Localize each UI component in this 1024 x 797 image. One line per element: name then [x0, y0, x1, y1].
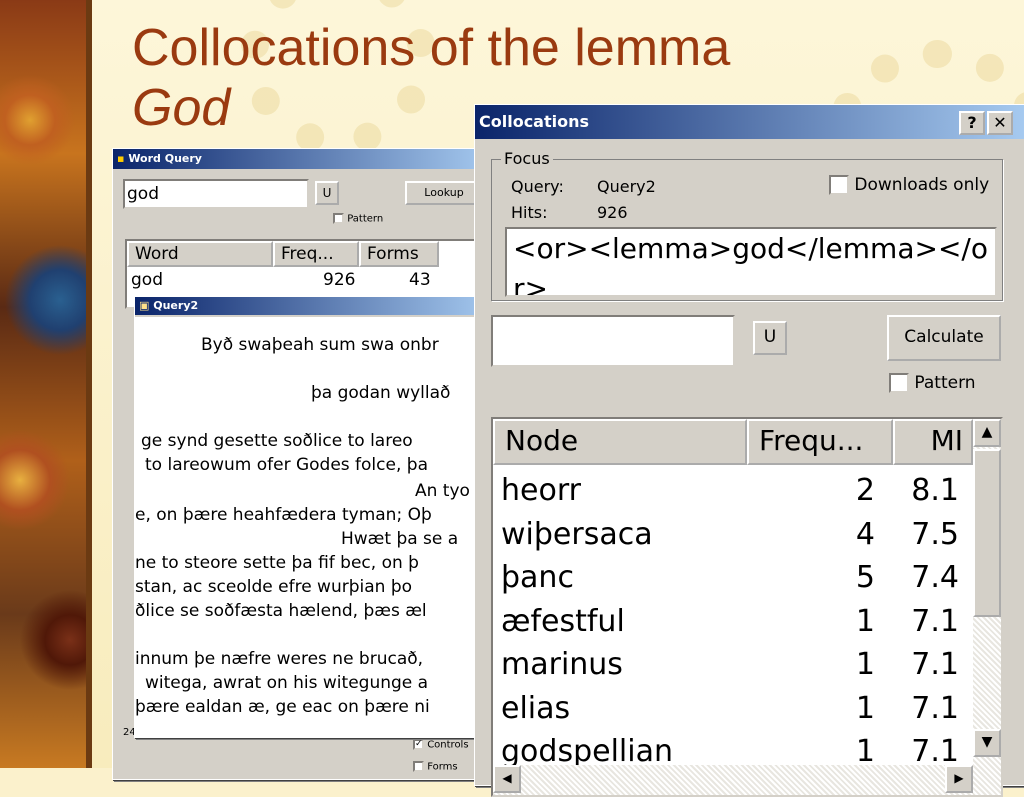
word-query-titlebar: ▪ Word Query	[113, 149, 493, 169]
window-title: Collocations	[479, 112, 590, 131]
app-icon: ▪	[117, 152, 125, 165]
mi-cell: 7.4	[911, 560, 959, 595]
focus-label: Focus	[501, 149, 553, 168]
decorative-art-strip	[0, 0, 92, 768]
close-button[interactable]: ✕	[987, 111, 1013, 135]
downloads-only-label: Downloads only	[854, 175, 990, 195]
u-button[interactable]: U	[315, 181, 339, 205]
title-line-1: Collocations of the lemma	[132, 19, 731, 77]
column-header-word[interactable]: Word	[127, 241, 273, 267]
filter-input[interactable]	[491, 315, 735, 367]
node-cell: elias	[501, 690, 571, 726]
concordance-line[interactable]: e, on þære heahfædera tyman; Oþ	[135, 505, 495, 525]
column-header-node[interactable]: Node	[493, 419, 747, 465]
scroll-down-icon[interactable]: ▼	[973, 729, 1001, 757]
node-cell: heorr	[501, 473, 581, 508]
collocations-window: Collocations ? ✕ Focus Query: Query2 Hit…	[474, 104, 1024, 797]
horizontal-scrollbar[interactable]: ◀ ▶	[493, 765, 973, 795]
column-header-freq[interactable]: Freq...	[273, 241, 359, 267]
mi-cell: 7.1	[911, 603, 959, 639]
controls-label: Controls	[427, 739, 469, 751]
scroll-up-icon[interactable]: ▲	[973, 419, 1001, 447]
frequency-cell: 4	[855, 516, 875, 552]
column-header-forms[interactable]: Forms	[359, 241, 439, 267]
concordance-line[interactable]: witega, awrat on his witegunge a	[145, 673, 495, 693]
help-button[interactable]: ?	[959, 111, 985, 135]
collocations-titlebar: Collocations	[475, 105, 1024, 139]
window-title: Word Query	[128, 152, 202, 165]
pattern-checkbox[interactable]: Pattern	[333, 213, 383, 225]
concordance-line[interactable]: Byð swaþeah sum swa onbr	[201, 335, 495, 355]
mi-cell: 7.1	[911, 690, 959, 726]
table-row[interactable]: heorr 2 8.1	[493, 469, 973, 512]
column-header-frequency[interactable]: Frequ...	[747, 419, 893, 465]
query-value: Query2	[597, 177, 656, 196]
forms-checkbox[interactable]: Forms	[413, 761, 458, 773]
frequency-cell: 1	[855, 603, 875, 639]
pattern-checkbox[interactable]: Pattern	[889, 373, 976, 393]
hits-value: 926	[597, 203, 628, 222]
table-row[interactable]: þanc 5 7.4	[493, 556, 973, 599]
mi-cell: 7.5	[911, 516, 959, 552]
concordance-line[interactable]: ðlice se soðfæsta hælend, þæs æl	[135, 601, 495, 621]
list-item[interactable]: god 926 43	[127, 269, 491, 291]
scroll-thumb[interactable]	[973, 449, 1001, 617]
concordance-line[interactable]: þære ealdan æ, ge eac on þære ni	[135, 697, 495, 717]
concordance-line[interactable]: innum þe næfre weres ne brucað,	[135, 649, 495, 669]
node-cell: marinus	[501, 647, 623, 682]
downloads-only-checkbox[interactable]: Downloads only	[829, 175, 989, 195]
frequency-cell: 5	[855, 560, 875, 595]
concordance-line[interactable]: ge synd gesette soðlice to lareo	[141, 431, 495, 451]
frequency-cell: 1	[855, 690, 875, 726]
controls-checkbox[interactable]: ✓ Controls	[413, 739, 469, 751]
concordance-list[interactable]: Byð swaþeah sum swa onbr þa godan wyllað…	[135, 317, 495, 737]
concordance-line[interactable]: Hwæt þa se a	[341, 529, 495, 549]
vertical-scrollbar[interactable]: ▲ ▼	[973, 419, 1001, 795]
forms-cell: 43	[409, 270, 431, 290]
frequency-cell: 1	[855, 647, 875, 682]
word-search-input[interactable]: god	[123, 179, 309, 209]
concordance-line[interactable]: ne to steore sette þa fif bec, on þ	[135, 553, 495, 573]
query2-titlebar: ▣ Query2	[135, 297, 495, 315]
close-icon: ✕	[993, 113, 1007, 132]
mi-cell: 7.1	[911, 647, 959, 682]
u-button[interactable]: U	[753, 321, 787, 355]
table-row[interactable]: elias 1 7.1	[493, 687, 973, 730]
table-row[interactable]: æfestful 1 7.1	[493, 600, 973, 643]
collocation-table[interactable]: Node Frequ... MI heorr 2 8.1 wiþersaca 4 7.5 þ…	[491, 417, 1003, 797]
concordance-line[interactable]: stan, ac sceolde efre wurþian þo	[135, 577, 495, 597]
word-cell: god	[131, 270, 163, 290]
help-icon: ?	[967, 113, 977, 132]
table-row[interactable]: marinus 1 7.1	[493, 643, 973, 686]
lookup-button[interactable]: Lookup	[405, 181, 483, 205]
query-text-area[interactable]: <or><lemma>god</lemma></or>	[505, 227, 997, 297]
query-label: Query:	[511, 177, 564, 196]
query-icon: ▣	[139, 299, 150, 312]
frequency-cell: 2	[855, 473, 875, 508]
query2-window: ▣ Query2 Byð swaþeah sum swa onbr þa god…	[134, 296, 496, 738]
pattern-label: Pattern	[347, 213, 384, 225]
freq-cell: 926	[323, 270, 356, 290]
scroll-left-icon[interactable]: ◀	[493, 765, 521, 793]
window-title: Query2	[153, 299, 199, 312]
node-cell: wiþersaca	[501, 516, 653, 552]
scroll-right-icon[interactable]: ▶	[945, 765, 973, 793]
pattern-label: Pattern	[914, 373, 976, 393]
mi-cell: 8.1	[911, 473, 959, 508]
column-header-mi[interactable]: MI	[893, 419, 973, 465]
forms-label: Forms	[427, 761, 458, 773]
hits-label: Hits:	[511, 203, 548, 222]
calculate-button[interactable]: Calculate	[887, 315, 1001, 361]
concordance-line[interactable]: þa godan wyllað	[311, 383, 495, 403]
table-row[interactable]: wiþersaca 4 7.5	[493, 513, 973, 556]
concordance-line[interactable]: to lareowum ofer Godes folce, þa	[145, 455, 495, 475]
node-cell: æfestful	[501, 603, 625, 639]
node-cell: þanc	[501, 560, 574, 595]
